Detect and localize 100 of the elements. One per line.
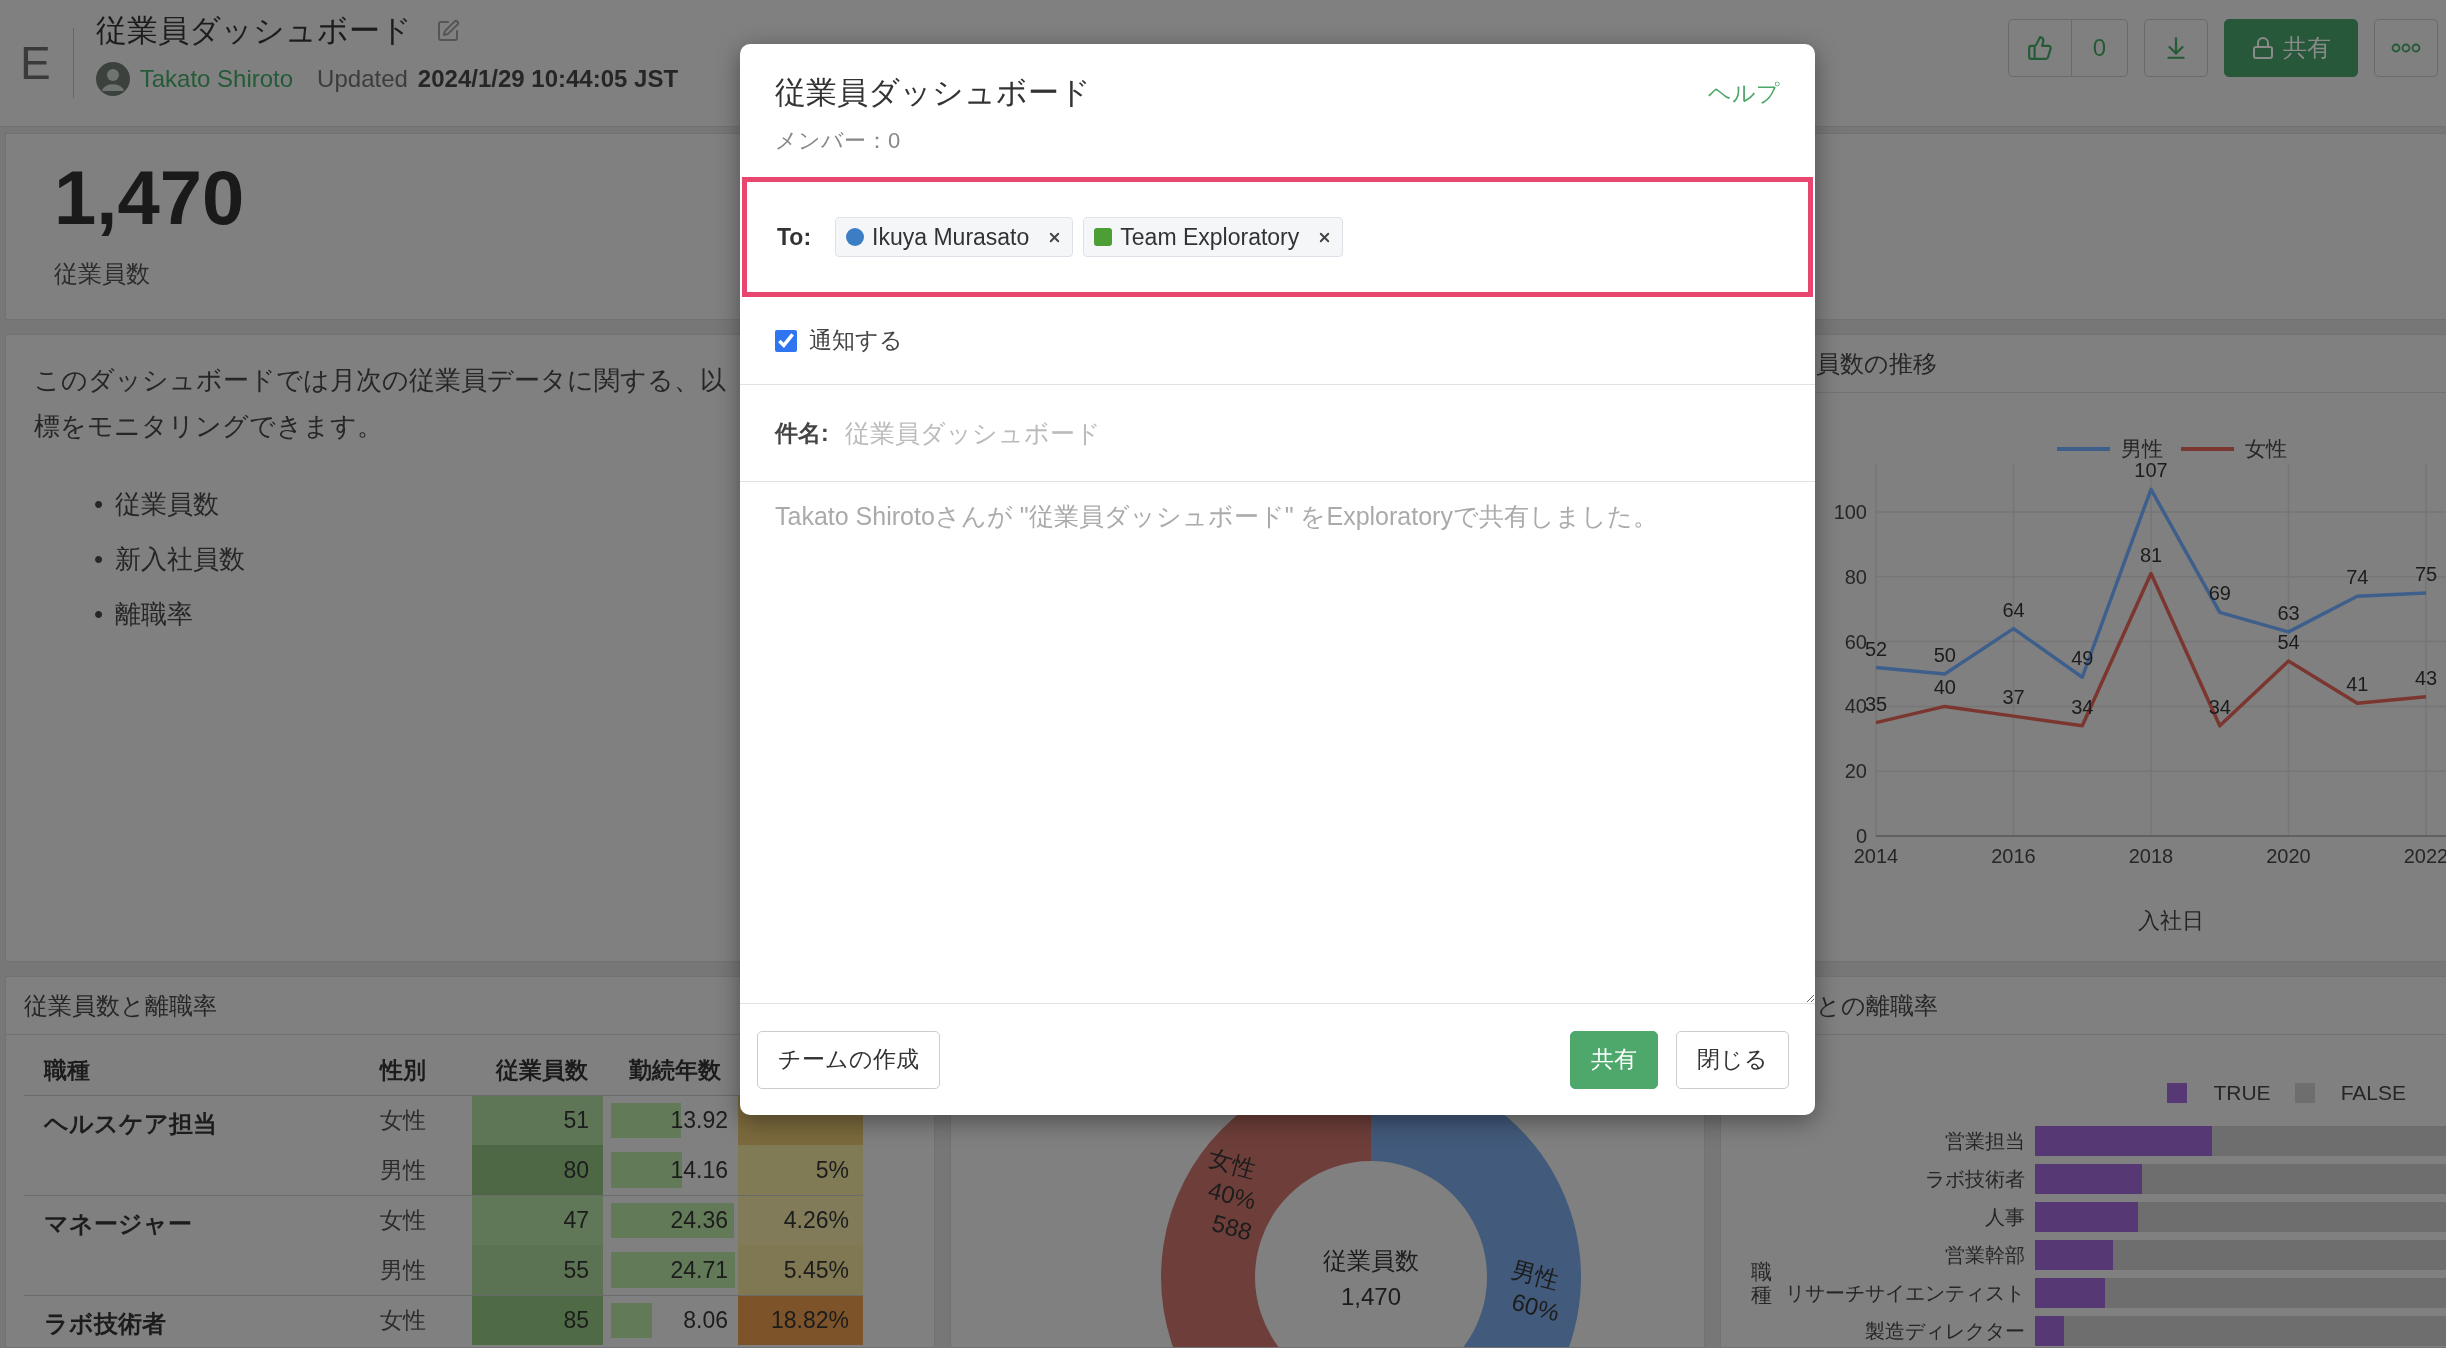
member-count: メンバー：0: [775, 127, 902, 155]
data-label: 74: [2346, 566, 2369, 589]
like-button[interactable]: [2008, 19, 2072, 77]
bullet-item: 従業員数: [115, 488, 220, 521]
axis-tick-label: ラボ技術者: [1924, 1166, 2025, 1192]
data-label: 54: [2277, 631, 2300, 654]
axis-tick-label: 100: [1833, 501, 1867, 523]
column-header: 性別: [378, 1055, 427, 1085]
slice-label: 女性: [1205, 1144, 1259, 1183]
axis-tick-label: 2014: [1853, 845, 1899, 867]
legend-label: FALSE: [2340, 1081, 2406, 1105]
subject-field[interactable]: 従業員ダッシュボード: [842, 417, 1780, 449]
table-cell: 51: [472, 1096, 603, 1145]
data-label: 37: [2002, 686, 2025, 709]
table-cell: 5%: [738, 1145, 863, 1195]
table-cell-text: ラボ技術者: [43, 1309, 167, 1339]
legend-swatch: [2057, 447, 2110, 451]
axis-tick-label: 2020: [2266, 845, 2311, 867]
bullet-item: 新入社員数: [115, 543, 246, 576]
table-cell-text: ヘルスケア担当: [42, 1109, 218, 1139]
more-icon: [2391, 43, 2421, 53]
table-cell: 47: [472, 1196, 603, 1245]
column-header: 勤続年数: [627, 1055, 722, 1085]
slice-label: 男性: [1508, 1255, 1563, 1295]
dashboard-title: 従業員ダッシュボード: [95, 12, 412, 50]
data-label: 107: [2134, 459, 2168, 482]
like-count: 0: [2072, 19, 2128, 77]
slice-label: 588: [1209, 1209, 1255, 1246]
description-text: 標をモニタリングできます。: [34, 410, 383, 443]
table-cell-text: 男性: [379, 1155, 427, 1185]
legend-swatch: [2181, 447, 2234, 451]
axis-tick-label: 40: [1844, 695, 1867, 718]
data-label: 41: [2346, 673, 2369, 696]
axis-tick-label: 0: [1855, 825, 1867, 847]
bullet-item: 離職率: [115, 598, 194, 631]
column-header: 従業員数: [494, 1055, 589, 1085]
table-cell: 85: [472, 1296, 603, 1345]
center-label: 従業員数: [1323, 1247, 1419, 1274]
table-cell-text: 女性: [379, 1206, 427, 1235]
recipient-field[interactable]: To: Ikuya Murasato Team Exploratory: [742, 177, 1813, 297]
card-title: 従業員数と離職率: [24, 990, 217, 1021]
notify-label: 通知する: [809, 326, 903, 355]
table-cell: 4.26%: [738, 1196, 863, 1245]
table-cell-text: 女性: [379, 1306, 427, 1335]
column-header: 職種: [42, 1055, 91, 1085]
table-cell: 14.16: [611, 1145, 738, 1195]
edit-icon[interactable]: [435, 19, 460, 43]
updated-label: Updated: [317, 65, 408, 93]
table-cell: 55: [472, 1245, 603, 1295]
legend-label: 男性: [2121, 437, 2163, 460]
axis-tick-label: 人事: [1984, 1204, 2025, 1230]
axis-tick-label: 営業担当: [1944, 1128, 2025, 1154]
more-button[interactable]: [2374, 19, 2438, 77]
axis-tick-label: 60: [1844, 630, 1867, 653]
bullet-marker: •: [94, 488, 104, 521]
recipient-chip[interactable]: Team Exploratory: [1083, 217, 1344, 257]
close-button[interactable]: 閉じる: [1676, 1030, 1789, 1089]
table-cell: 13.92: [611, 1096, 738, 1145]
kpi-label: 従業員数: [54, 259, 150, 289]
create-team-button[interactable]: チームの作成: [757, 1030, 940, 1089]
recipient-name: Ikuya Murasato: [872, 223, 1030, 251]
table-cell: 80: [472, 1145, 603, 1195]
updated-time: 2024/1/29 10:44:05 JST: [417, 65, 679, 93]
table-cell: 24.71: [611, 1245, 738, 1295]
card-title: 員数の推移: [1816, 348, 1937, 379]
data-label: 69: [2208, 582, 2231, 605]
legend-label: TRUE: [2213, 1081, 2271, 1105]
description-text: このダッシュボードでは月次の従業員データに関する、以: [34, 364, 726, 397]
axis-tick-label: リサーチサイエンティスト: [1784, 1280, 2025, 1306]
to-label: To:: [777, 223, 812, 251]
data-label: 40: [1933, 676, 1956, 699]
axis-tick-label: 20: [1844, 760, 1867, 783]
table-cell: 5.45%: [738, 1245, 863, 1295]
data-label: 64: [2002, 598, 2025, 621]
data-label: 43: [2414, 666, 2438, 689]
bullet-marker: •: [94, 598, 104, 631]
data-label: 75: [2414, 563, 2438, 585]
axis-tick-label: 営業幹部: [1944, 1242, 2025, 1268]
axis-tick-label: 80: [1844, 565, 1867, 588]
axis-tick-label: 2018: [2128, 845, 2174, 867]
table-cell-text: 女性: [379, 1106, 427, 1135]
table-cell: 8.06: [611, 1296, 738, 1345]
center-value: 1,470: [1340, 1283, 1402, 1310]
message-field[interactable]: Takato Shirotoさんが "従業員ダッシュボード" をExploratoryで共有しました。: [740, 482, 1815, 1003]
data-label: 50: [1933, 644, 1956, 666]
table-cell-text: マネージャー: [43, 1209, 193, 1239]
table-cell-text: 男性: [379, 1255, 427, 1285]
recipient-chip[interactable]: Ikuya Murasato: [835, 217, 1074, 257]
data-label: 63: [2277, 601, 2300, 624]
avatar-icon: [95, 62, 130, 96]
lock-icon: [2251, 36, 2275, 60]
table-cell: 24.36: [611, 1196, 738, 1245]
axis-tick-label: 2016: [1991, 845, 2036, 867]
axis-tick-label: 製造ディレクター: [1864, 1318, 2025, 1344]
axis-title: 職種: [1751, 1259, 1772, 1306]
notify-checkbox[interactable]: [775, 329, 797, 352]
axis-title: 入社日: [2138, 908, 2204, 933]
data-label: 81: [2139, 543, 2163, 566]
download-button[interactable]: [2144, 19, 2208, 77]
dialog-title: 従業員ダッシュボード: [775, 74, 1091, 112]
